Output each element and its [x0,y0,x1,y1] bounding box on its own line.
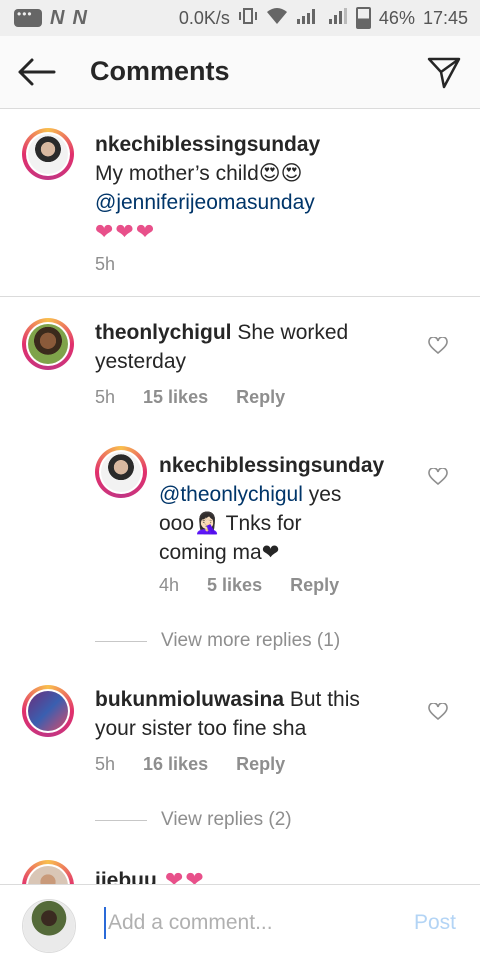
comments-list[interactable]: nkechiblessingsunday My mother’s child😍😍… [0,108,480,884]
comment-body-line2: your sister too fine sha [95,717,307,740]
reply-button[interactable]: Reply [236,754,285,775]
caption-hearts: ❤❤❤ [95,219,157,244]
comment-likes[interactable]: 5 likes [207,575,262,596]
battery-icon [355,7,371,29]
send-direct-icon[interactable] [426,54,462,90]
reply-button[interactable]: Reply [290,575,339,596]
caption-time: 5h [95,254,116,274]
divider-line [95,819,147,821]
avatar[interactable] [22,128,74,180]
like-heart-icon[interactable] [428,467,448,486]
comment-body-line3: coming ma❤ [159,541,280,564]
view-more-replies[interactable]: View more replies (1) [95,630,340,652]
reply-button[interactable]: Reply [236,387,285,408]
comment-body-line2: yesterday [95,350,187,373]
comment-username[interactable]: ijebuu [95,869,157,884]
avatar[interactable] [95,446,147,498]
avatar-image [28,134,68,174]
comment-meta: 5h 16 likes Reply [95,754,285,775]
avatar-image [28,324,68,364]
header-bar: Comments [0,36,480,109]
comment-text: bukunmioluwasina But this your sister to… [95,685,415,743]
comment-body: She worked [231,321,349,344]
comment-body: ❤❤ [156,867,206,884]
comment-likes[interactable]: 15 likes [143,387,208,408]
avatar-image [28,691,68,731]
comment-meta: 4h 5 likes Reply [159,575,339,596]
comment-input[interactable] [104,907,388,939]
comment-body-line2: ooo🤦🏻‍♀️ Tnks for [159,512,302,535]
caption-text: nkechiblessingsunday My mother’s child😍😍… [95,130,455,247]
like-heart-icon[interactable] [428,336,448,355]
comment-mention[interactable]: @theonlychigul [159,483,303,506]
network-n-icon: N [72,6,87,29]
comment-username[interactable]: nkechiblessingsunday [159,454,384,477]
back-arrow-icon[interactable] [14,56,58,88]
view-replies[interactable]: View replies (2) [95,809,292,831]
caption-username[interactable]: nkechiblessingsunday [95,133,320,156]
view-replies-label[interactable]: View replies (2) [161,809,292,831]
post-button[interactable]: Post [414,911,456,935]
comment-time: 5h [95,754,116,774]
vibrate-icon [238,7,258,30]
avatar[interactable] [22,318,74,370]
status-bar: N N 0.0K/s 46% 17:45 [0,0,480,36]
comment-body: yes [302,483,342,506]
divider [0,296,480,297]
network-n-icon: N [50,6,65,29]
comment-time: 5h [95,387,116,407]
network-speed: 0.0K/s [178,7,230,28]
avatar[interactable] [22,685,74,737]
comment-body: But this [284,688,360,711]
comment-likes[interactable]: 16 likes [143,754,208,775]
avatar[interactable] [22,860,74,884]
signal-icon-2 [328,7,348,30]
like-heart-icon[interactable] [428,702,448,721]
avatar-image [23,900,75,952]
comment-composer: Post [0,884,480,961]
comment-meta: 5h 15 likes Reply [95,387,285,408]
caption-mention[interactable]: @jenniferijeomasunday [95,191,315,214]
view-more-replies-label[interactable]: View more replies (1) [161,630,340,652]
comment-time: 4h [159,575,180,595]
battery-percent: 46% [378,7,415,28]
avatar-image [28,866,68,884]
signal-icon [296,7,320,30]
clock: 17:45 [422,7,468,28]
message-notification-icon [14,7,42,27]
comment-username[interactable]: theonlychigul [95,321,232,344]
reply-comment-text: nkechiblessingsunday @theonlychigul yes … [159,451,419,567]
avatar-image [101,452,141,492]
divider-line [95,640,147,642]
page-title: Comments [90,56,230,86]
comment-text: theonlychigul She worked yesterday [95,318,415,376]
caption-line: My mother’s child😍😍 [95,162,303,185]
comment-text: ijebuu ❤❤ [95,865,415,884]
wifi-icon [266,7,288,30]
current-user-avatar [22,899,76,953]
comment-username[interactable]: bukunmioluwasina [95,688,284,711]
caption-meta: 5h [95,254,115,275]
